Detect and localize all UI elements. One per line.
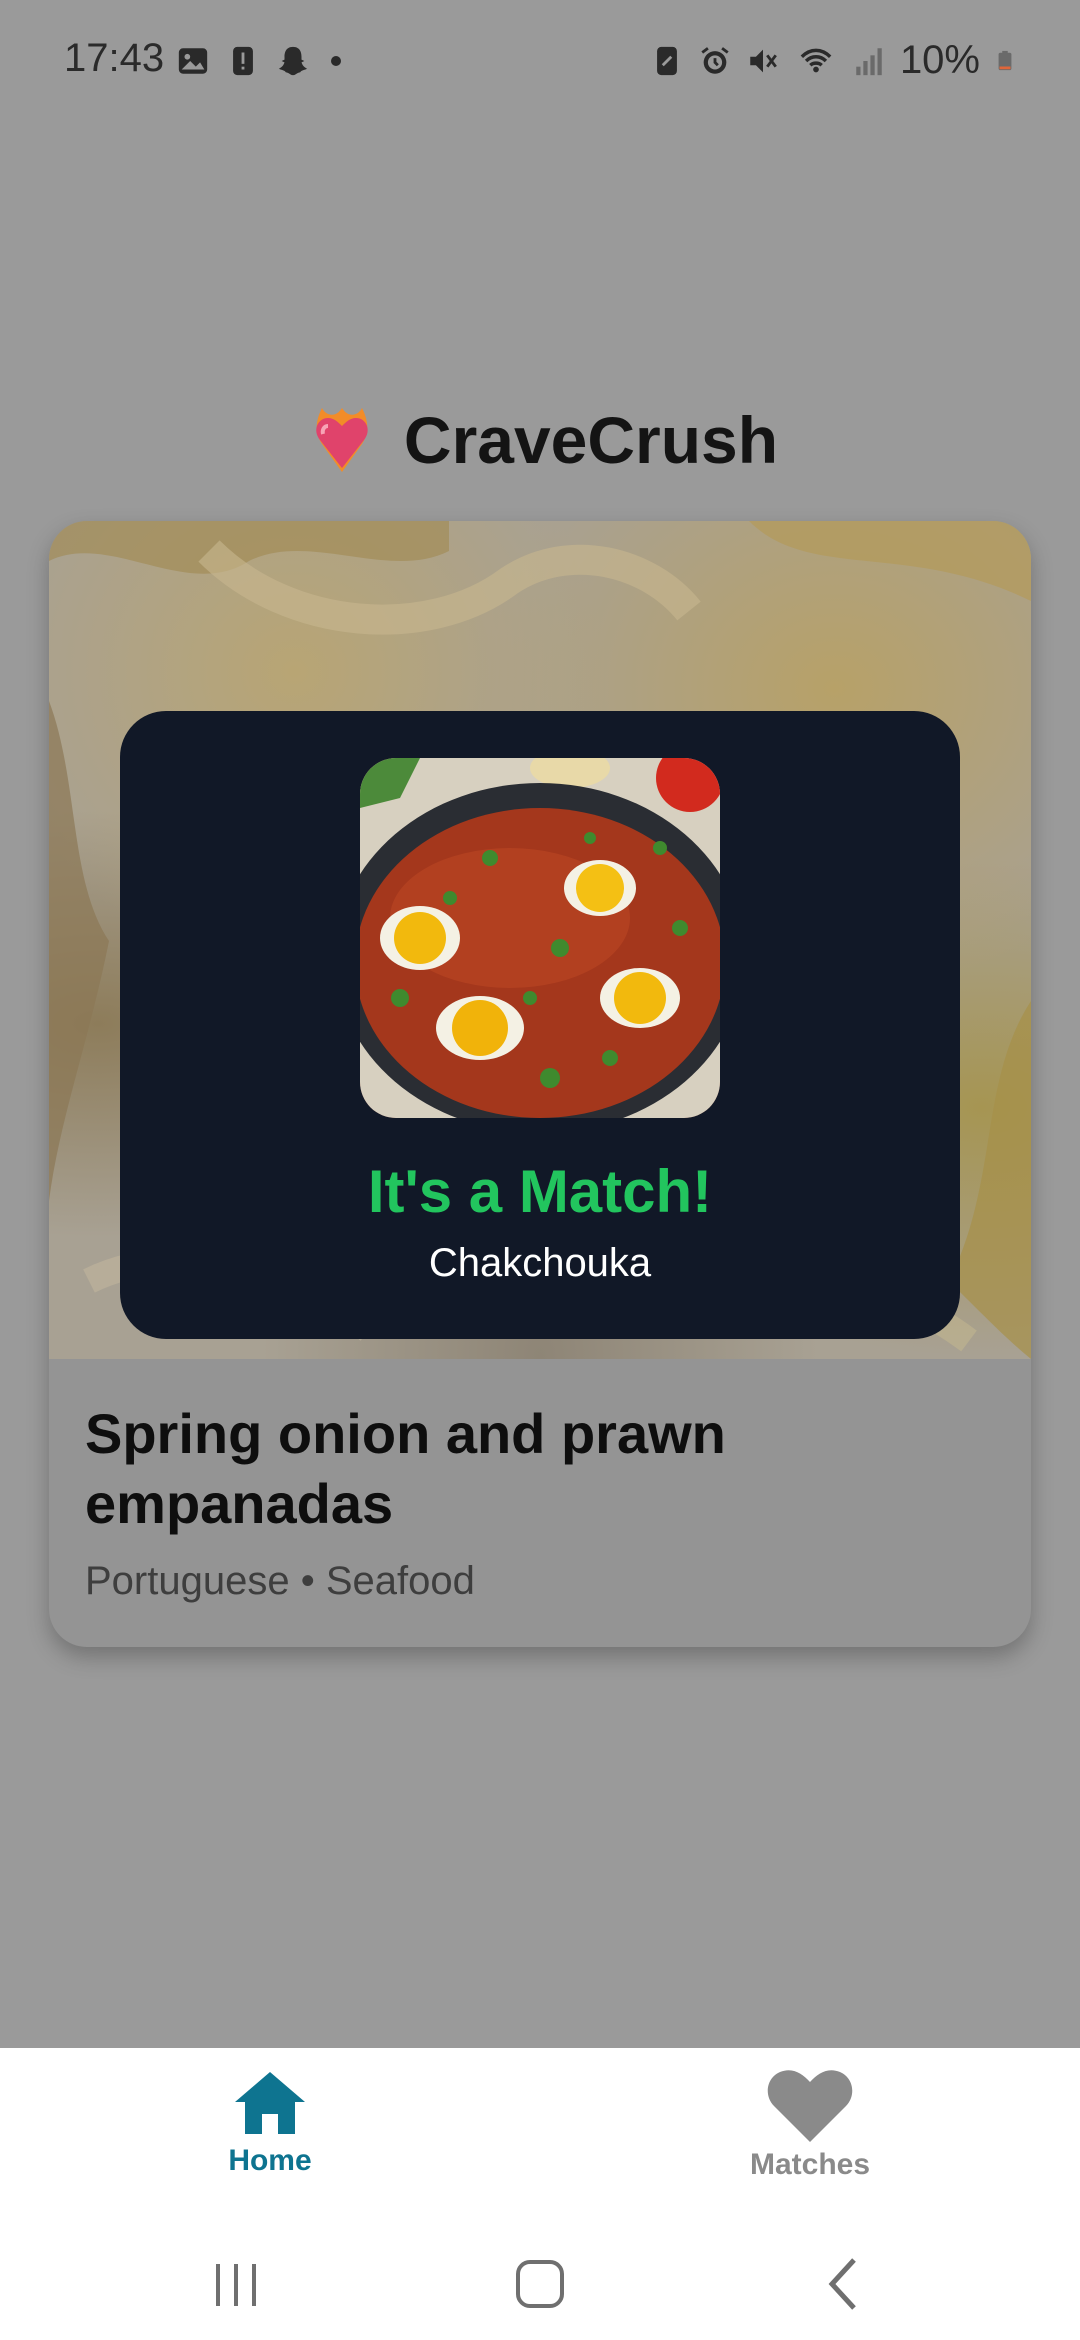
nav-home-label: Home: [228, 2144, 312, 2177]
alarm-icon: [701, 46, 729, 74]
recipe-title: Spring onion and prawn empanadas: [85, 1402, 726, 1535]
recipe-details: Spring onion and prawn empanadas Portugu…: [49, 1359, 1031, 1647]
status-time: 17:43: [64, 36, 165, 80]
back-icon[interactable]: [804, 2248, 884, 2320]
recipe-meta: Portuguese • Seafood: [85, 1559, 475, 1603]
overlay-backdrop[interactable]: 17:43 10% CraveCrush Spring onion and pr…: [0, 0, 1080, 2048]
gallery-icon: [178, 48, 208, 74]
alert-icon: [233, 46, 253, 76]
bottom-navigation: Home Matches: [0, 2048, 1080, 2228]
match-heading: It's a Match!: [367, 1158, 713, 1225]
wifi-icon: [800, 48, 832, 72]
matched-dish-image: [360, 758, 720, 1118]
nav-matches-label: Matches: [749, 2148, 871, 2181]
signal-icon: [856, 47, 882, 75]
system-navigation-bar: [0, 2228, 1080, 2340]
heart-on-fire-icon: [316, 408, 368, 472]
app-title: CraveCrush: [403, 403, 779, 477]
app-header: CraveCrush: [0, 392, 1080, 488]
heart-icon: [767, 2070, 853, 2142]
battery-percentage: 10%: [899, 38, 980, 82]
snapchat-icon: [278, 46, 308, 76]
mute-icon: [750, 49, 777, 72]
battery-icon: [998, 50, 1012, 70]
chakchouka-photo: [360, 758, 720, 1118]
recents-icon[interactable]: [196, 2248, 276, 2320]
system-status-icons: 10%: [650, 38, 1016, 83]
home-icon: [235, 2072, 305, 2134]
status-bar: 17:43 10%: [0, 0, 1080, 120]
nav-home-tab[interactable]: Home: [120, 2068, 420, 2228]
dot-icon: [331, 56, 341, 66]
nav-matches-tab[interactable]: Matches: [660, 2068, 960, 2228]
matched-dish-name: Chakchouka: [428, 1241, 652, 1285]
nfc-icon: [657, 46, 677, 75]
notification-icons: [176, 44, 346, 78]
home-circle-icon[interactable]: [500, 2248, 580, 2320]
match-modal[interactable]: It's a Match! Chakchouka: [120, 711, 960, 1339]
